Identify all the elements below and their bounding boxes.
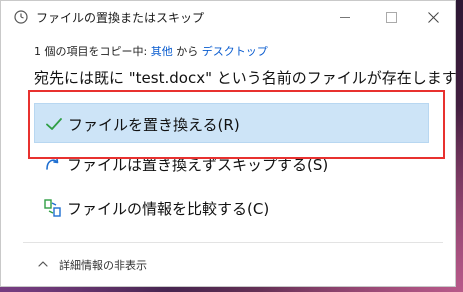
copy-prefix: 1 個の項目をコピー中: (34, 45, 151, 58)
window-title: ファイルの置換またはスキップ (36, 11, 205, 25)
footer-divider (23, 242, 443, 243)
minimize-icon (340, 17, 350, 18)
chevron-up-icon[interactable] (37, 259, 49, 269)
highlight-annotation (28, 90, 445, 159)
close-button[interactable] (411, 1, 457, 34)
title-bar[interactable]: ファイルの置換またはスキップ (1, 1, 455, 34)
copy-status: 1 個の項目をコピー中: 其他 から デスクトップ (34, 43, 268, 59)
source-folder-link[interactable]: 其他 (151, 45, 173, 58)
minimize-button[interactable] (322, 1, 368, 34)
destination-folder-link[interactable]: デスクトップ (202, 45, 268, 58)
compare-icon (44, 199, 61, 217)
hide-details-toggle[interactable]: 詳細情報の非表示 (59, 257, 147, 273)
conflict-heading: 宛先には既に "test.docx" という名前のファイルが存在します (34, 69, 457, 87)
compare-file-option[interactable]: ファイルの情報を比較する(C) (34, 188, 429, 228)
maximize-icon (386, 12, 397, 23)
replace-or-skip-dialog: ファイルの置換またはスキップ 1 個の項目をコピー中: 其他 から デスクトップ… (0, 0, 457, 287)
copy-mid: から (172, 45, 202, 58)
compare-file-label: ファイルの情報を比較する(C) (67, 200, 270, 218)
maximize-button[interactable] (368, 1, 414, 34)
close-icon (428, 12, 439, 23)
clock-icon (14, 10, 28, 24)
